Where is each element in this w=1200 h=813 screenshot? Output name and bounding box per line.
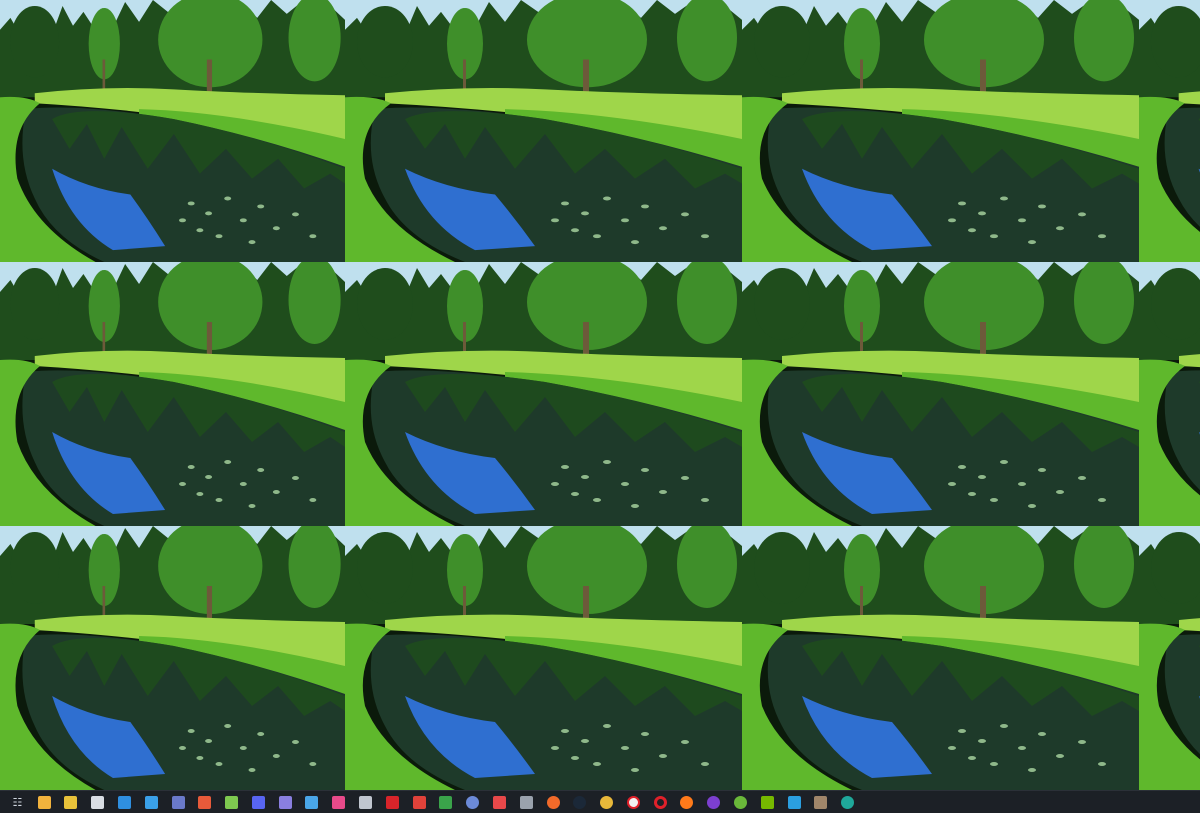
- shield-icon: [171, 795, 185, 809]
- wallpaper-tile: [345, 0, 742, 262]
- shield-taskbar-button[interactable]: [166, 793, 190, 812]
- cube-icon: [225, 795, 239, 809]
- document-icon: [118, 795, 132, 809]
- chrome-icon: [600, 795, 614, 809]
- oval-app-icon: [385, 795, 399, 809]
- pet-app-icon: [91, 795, 105, 809]
- user-account-icon: [278, 795, 292, 809]
- wallpaper-tile: [742, 526, 1139, 790]
- yandex-browser-taskbar-button[interactable]: [621, 793, 645, 812]
- wallpaper-tile: [1139, 262, 1200, 526]
- tor-browser-taskbar-button[interactable]: [702, 793, 726, 812]
- forest-pond-image: [742, 526, 1139, 790]
- display-taskbar-button[interactable]: [300, 793, 324, 812]
- folder-taskbar-button[interactable]: [59, 793, 83, 812]
- wallpaper-tile: [742, 0, 1139, 262]
- wallpaper-tile: [0, 0, 345, 262]
- opera-taskbar-button[interactable]: [648, 793, 672, 812]
- image-editor-icon: [814, 795, 828, 809]
- mail-icon: [492, 795, 506, 809]
- photo-viewer-icon: [787, 795, 801, 809]
- wallpaper-tile: [1139, 526, 1200, 790]
- update-app-taskbar-button[interactable]: [836, 793, 860, 812]
- wallpaper-tile: [0, 262, 345, 526]
- forest-pond-image: [742, 262, 1139, 526]
- brave-browser-taskbar-button[interactable]: [541, 793, 565, 812]
- image-editor-taskbar-button[interactable]: [809, 793, 833, 812]
- tor-browser-icon: [707, 795, 721, 809]
- steam-icon: [573, 795, 587, 809]
- task-view-icon: ☷: [12, 795, 23, 809]
- taskbar: ☷: [0, 790, 1200, 813]
- maps-pin-taskbar-button[interactable]: [407, 793, 431, 812]
- document-taskbar-button[interactable]: [113, 793, 137, 812]
- tiles-icon: [439, 795, 453, 809]
- globe-taskbar-button[interactable]: [461, 793, 485, 812]
- brave-browser-icon: [546, 795, 560, 809]
- forest-pond-image: [1139, 262, 1200, 526]
- forest-pond-image: [1139, 0, 1200, 262]
- pinwheel-icon: [332, 795, 346, 809]
- firefox-icon: [680, 795, 694, 809]
- forest-pond-image: [742, 0, 1139, 262]
- tools-taskbar-button[interactable]: [354, 793, 378, 812]
- oval-app-taskbar-button[interactable]: [380, 793, 404, 812]
- pet-app-taskbar-button[interactable]: [86, 793, 110, 812]
- task-view-taskbar-button[interactable]: ☷: [5, 793, 29, 812]
- discord-icon: [251, 795, 265, 809]
- forest-pond-image: [0, 526, 345, 790]
- update-app-icon: [841, 795, 855, 809]
- chrome-taskbar-button[interactable]: [595, 793, 619, 812]
- file-explorer-icon: [37, 795, 51, 809]
- wallpaper-tile: [345, 526, 742, 790]
- dropper-taskbar-button[interactable]: [514, 793, 538, 812]
- user-account-taskbar-button[interactable]: [273, 793, 297, 812]
- wallpaper-tile: [0, 526, 345, 790]
- nvidia-taskbar-button[interactable]: [755, 793, 779, 812]
- photo-viewer-taskbar-button[interactable]: [782, 793, 806, 812]
- calculator-icon: [144, 795, 158, 809]
- forest-pond-image: [1139, 526, 1200, 790]
- dropper-icon: [519, 795, 533, 809]
- opera-icon: [653, 795, 667, 809]
- maps-pin-icon: [412, 795, 426, 809]
- firefox-taskbar-button[interactable]: [675, 793, 699, 812]
- cube-taskbar-button[interactable]: [220, 793, 244, 812]
- tools-icon: [359, 795, 373, 809]
- desktop-wallpaper: [0, 0, 1200, 790]
- forest-pond-image: [345, 0, 742, 262]
- mail-taskbar-button[interactable]: [487, 793, 511, 812]
- wallpaper-tile: [1139, 0, 1200, 262]
- yandex-browser-icon: [626, 795, 640, 809]
- store-icon: [198, 795, 212, 809]
- display-icon: [305, 795, 319, 809]
- steam-taskbar-button[interactable]: [568, 793, 592, 812]
- discord-taskbar-button[interactable]: [246, 793, 270, 812]
- wallpaper-tile: [742, 262, 1139, 526]
- calculator-taskbar-button[interactable]: [139, 793, 163, 812]
- forest-pond-image: [0, 262, 345, 526]
- store-taskbar-button[interactable]: [193, 793, 217, 812]
- folder-icon: [64, 795, 78, 809]
- forest-pond-image: [345, 262, 742, 526]
- nvidia-icon: [760, 795, 774, 809]
- forest-pond-image: [345, 526, 742, 790]
- file-explorer-taskbar-button[interactable]: [32, 793, 56, 812]
- globe-icon: [466, 795, 480, 809]
- torrent-client-icon: [733, 795, 747, 809]
- pinwheel-taskbar-button[interactable]: [327, 793, 351, 812]
- forest-pond-image: [0, 0, 345, 262]
- wallpaper-tile: [345, 262, 742, 526]
- tiles-taskbar-button[interactable]: [434, 793, 458, 812]
- torrent-client-taskbar-button[interactable]: [728, 793, 752, 812]
